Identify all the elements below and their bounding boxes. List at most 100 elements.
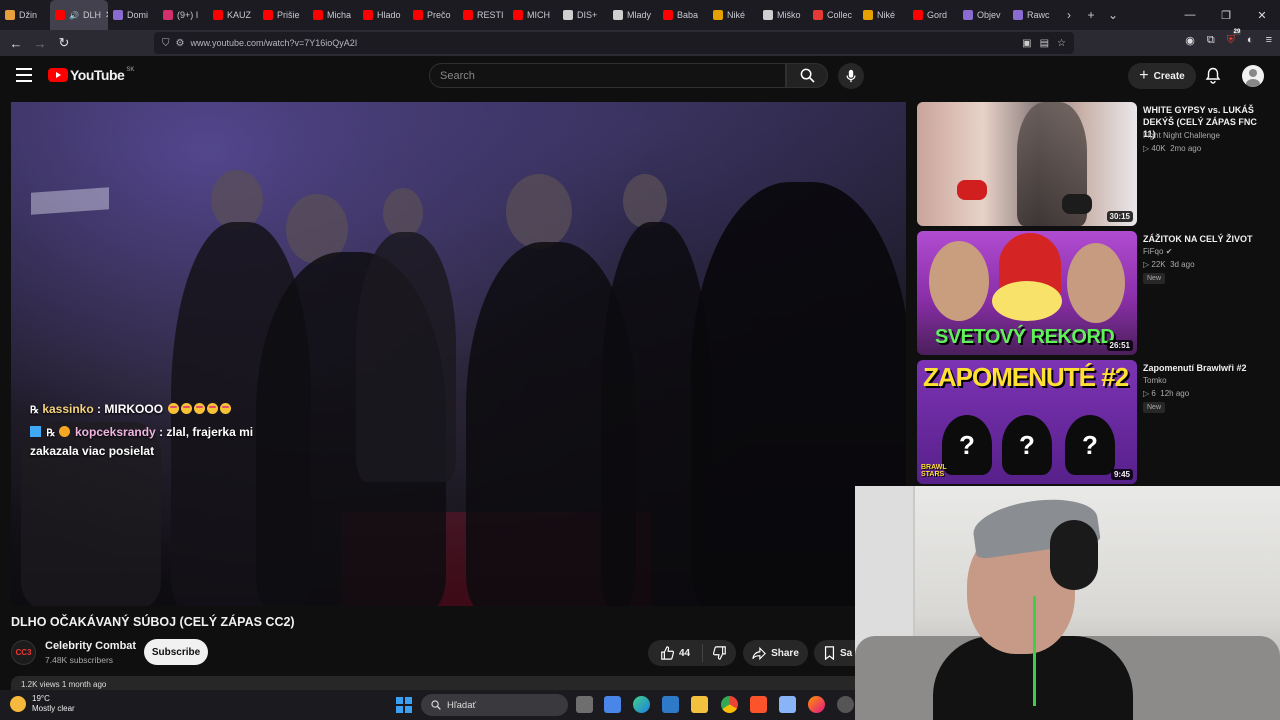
weather-widget[interactable]: 19°C Mostly clear	[10, 694, 75, 714]
dislike-button[interactable]	[703, 640, 736, 666]
tab-scroll-right-icon[interactable]: ›	[1058, 8, 1080, 22]
new-tab-icon[interactable]: +	[1080, 8, 1102, 22]
browser-tab[interactable]: Collec	[808, 0, 858, 30]
shield-icon[interactable]: ⛉	[162, 38, 170, 49]
browser-tab[interactable]: Niké	[858, 0, 908, 30]
figure-head	[623, 174, 667, 228]
extensions-icon[interactable]: ⧉	[1207, 34, 1215, 47]
browser-tab[interactable]: Baba	[658, 0, 708, 30]
menu-icon[interactable]	[16, 68, 32, 82]
app-menu-icon[interactable]: ≡	[1266, 34, 1272, 47]
browser-tab[interactable]: Miško	[758, 0, 808, 30]
tab-list-menu-icon[interactable]: ⌄	[1102, 8, 1124, 22]
brave-icon[interactable]	[750, 696, 767, 713]
browser-tab[interactable]: Rawc	[1008, 0, 1058, 30]
minimize-icon[interactable]: —	[1172, 0, 1208, 30]
browser-tab[interactable]: Džin	[0, 0, 50, 30]
reader-view-icon[interactable]: ▤	[1040, 38, 1049, 49]
recommendation-channel[interactable]: Tomko	[1143, 376, 1167, 385]
video-thumbnail[interactable]: SVETOVÝ REKORD 26:51	[917, 231, 1137, 355]
video-thumbnail[interactable]: ZAPOMENUTÉ #2 ? ? ? BRAWL STARS 9:45	[917, 360, 1137, 484]
browser-tab[interactable]: RESTI	[458, 0, 508, 30]
browser-tab[interactable]: MICH	[508, 0, 558, 30]
close-window-icon[interactable]: ✕	[1244, 0, 1280, 30]
recommendation-title[interactable]: Zapomenutí Brawlwři #2	[1143, 362, 1271, 374]
duration-badge: 30:15	[1106, 211, 1133, 222]
browser-tab[interactable]: DIS+	[558, 0, 608, 30]
create-button[interactable]: + Create	[1128, 63, 1196, 89]
account-icon[interactable]: ◉	[1185, 34, 1195, 47]
browser-tab[interactable]: Hlado	[358, 0, 408, 30]
tab-favicon-icon	[513, 10, 523, 20]
recommendation-meta: ▷ 22K 3d ago	[1143, 260, 1195, 269]
url-bar[interactable]: ⛉ ⚙ www.youtube.com/watch?v=7Y16ioQyA2I …	[154, 32, 1074, 54]
logo-text: YouTube	[70, 67, 125, 83]
pip-icon[interactable]: ▣	[1022, 38, 1031, 49]
edge-icon[interactable]	[633, 696, 650, 713]
obs-icon[interactable]	[837, 696, 854, 713]
forward-icon[interactable]: →	[28, 36, 52, 51]
browser-tab[interactable]: (9+) I	[158, 0, 208, 30]
task-view-icon[interactable]	[576, 696, 593, 713]
windows-start-icon[interactable]	[396, 697, 412, 713]
photos-icon[interactable]	[662, 696, 679, 713]
video-title: DLHO OČAKÁVANÝ SÚBOJ (CELÝ ZÁPAS CC2)	[11, 615, 295, 629]
chrome-icon[interactable]	[721, 696, 738, 713]
recommendation-channel[interactable]: Fight Night Challenge	[1143, 131, 1220, 140]
browser-tab[interactable]: Domi	[108, 0, 158, 30]
recommendation-item[interactable]: ZAPOMENUTÉ #2 ? ? ? BRAWL STARS 9:45 Zap…	[917, 360, 1267, 484]
browser-tab[interactable]: 🔊DLH✕	[50, 0, 108, 30]
reload-icon[interactable]: ↻	[52, 35, 76, 51]
notepad-icon[interactable]	[779, 696, 796, 713]
channel-avatar[interactable]: CC3	[11, 640, 36, 665]
taskbar-search[interactable]: Hľadať	[421, 694, 568, 716]
emoji-icon	[207, 403, 219, 414]
extension-icon[interactable]: ◐	[1247, 34, 1254, 47]
description-box[interactable]: 1.2K views 1 month ago	[11, 676, 861, 690]
file-explorer-icon[interactable]	[691, 696, 708, 713]
search-input[interactable]	[440, 69, 785, 82]
back-icon[interactable]: ←	[4, 36, 28, 51]
ublock-icon[interactable]: ⛨ 29	[1227, 29, 1242, 47]
maximize-icon[interactable]: ❐	[1208, 0, 1244, 30]
browser-tab[interactable]: Prečo	[408, 0, 458, 30]
tab-favicon-icon	[1013, 10, 1023, 20]
channel-name[interactable]: Celebrity Combat	[45, 640, 136, 652]
browser-tab[interactable]: Objev	[958, 0, 1008, 30]
voice-search-button[interactable]	[838, 63, 864, 89]
audio-playing-icon[interactable]: 🔊	[69, 11, 79, 20]
firefox-icon[interactable]	[808, 696, 825, 713]
tab-favicon-icon	[913, 10, 923, 20]
search-icon	[431, 700, 441, 710]
tab-label: Baba	[677, 10, 699, 20]
browser-tab[interactable]: Micha	[308, 0, 358, 30]
video-player[interactable]: ℞ kassinko : MIRKOOO ℞ kopceksrandy : zl…	[11, 102, 906, 606]
recommendation-channel[interactable]: FiFqo ✔	[1143, 247, 1172, 256]
notifications-button[interactable]	[1205, 67, 1221, 89]
youtube-logo[interactable]: YouTube SK	[48, 67, 134, 83]
tab-label: Miško	[777, 10, 801, 20]
thumbnail-caption: ZAPOMENUTÉ #2	[923, 362, 1129, 392]
avatar[interactable]	[1242, 65, 1264, 87]
recommendation-item[interactable]: SVETOVÝ REKORD 26:51 ZÁŽITOK NA CELÝ ŽIV…	[917, 231, 1267, 355]
recommendation-title[interactable]: ZÁŽITOK NA CELÝ ŽIVOT	[1143, 233, 1271, 245]
moderator-icon: ℞	[30, 405, 39, 416]
share-button[interactable]: Share	[743, 640, 808, 666]
upload-age: 2mo ago	[1170, 144, 1202, 153]
browser-tab[interactable]: KAUZ	[208, 0, 258, 30]
views-and-date: 1.2K views 1 month ago	[21, 680, 107, 689]
tab-label: Micha	[327, 10, 352, 20]
recommendation-item[interactable]: 30:15 WHITE GYPSY vs. LUKÁŠ DEKÝŠ (CELÝ …	[917, 102, 1267, 226]
headphones	[1050, 520, 1098, 590]
browser-tab[interactable]: Niké	[708, 0, 758, 30]
browser-tab[interactable]: Gord	[908, 0, 958, 30]
browser-tab[interactable]: Mlady	[608, 0, 658, 30]
bookmark-star-icon[interactable]: ☆	[1057, 38, 1066, 49]
browser-tab[interactable]: Prišie	[258, 0, 308, 30]
permissions-icon[interactable]: ⚙	[176, 38, 185, 49]
video-thumbnail[interactable]: 30:15	[917, 102, 1137, 226]
like-button[interactable]: 44	[648, 640, 702, 666]
store-icon[interactable]	[604, 696, 621, 713]
subscribe-button[interactable]: Subscribe	[144, 639, 208, 665]
search-button[interactable]	[786, 63, 828, 88]
